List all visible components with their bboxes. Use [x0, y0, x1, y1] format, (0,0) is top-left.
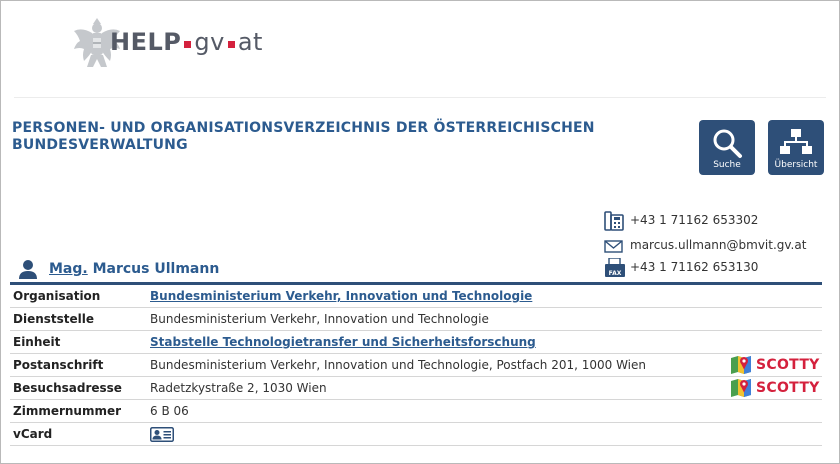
details-table: Organisation Bundesministerium Verkehr, … — [10, 282, 822, 446]
zimmernummer-value: 6 B 06 — [150, 404, 189, 418]
postanschrift-value: Bundesministerium Verkehr, Innovation un… — [150, 358, 647, 372]
einheit-link[interactable]: Stabstelle Technologietransfer und Siche… — [150, 331, 536, 353]
svg-text:FAX: FAX — [609, 270, 622, 277]
besuchsadresse-label: Besuchsadresse — [13, 381, 122, 395]
map-pin-icon — [731, 356, 751, 374]
dienststelle-value: Bundesministerium Verkehr, Innovation un… — [150, 312, 489, 326]
besuchsadresse-value: Radetzkystraße 2, 1030 Wien — [150, 381, 327, 395]
dienststelle-label: Dienststelle — [13, 312, 95, 326]
page-title: PERSONEN- UND ORGANISATIONSVERZEICHNIS D… — [12, 120, 595, 153]
search-button[interactable]: Suche — [699, 120, 755, 175]
search-button-label: Suche — [713, 160, 741, 170]
email-link[interactable]: marcus.ullmann@bmvit.gv.at — [630, 238, 806, 252]
row-organisation: Organisation Bundesministerium Verkehr, … — [10, 285, 822, 308]
einheit-label: Einheit — [13, 335, 61, 349]
fax-number: +43 1 71162 653130 — [630, 260, 759, 274]
organisation-link[interactable]: Bundesministerium Verkehr, Innovation un… — [150, 285, 532, 307]
magnifier-icon — [713, 129, 742, 158]
full-name: Marcus Ullmann — [92, 261, 220, 277]
vcard-icon — [150, 427, 174, 442]
phone-number[interactable]: +43 1 71162 653302 — [630, 213, 758, 227]
zimmernummer-label: Zimmernummer — [13, 404, 122, 418]
vcard-label: vCard — [13, 427, 53, 441]
row-postanschrift: Postanschrift Bundesministerium Verkehr,… — [10, 354, 822, 377]
overview-button-label: Übersicht — [774, 160, 818, 170]
person-name: Mag. Marcus Ullmann — [49, 261, 219, 277]
header-divider — [14, 97, 826, 98]
phone-icon — [604, 211, 624, 231]
person-icon — [19, 260, 37, 279]
postanschrift-label: Postanschrift — [13, 358, 104, 372]
map-pin-icon — [731, 379, 751, 397]
organisation-label: Organisation — [13, 289, 101, 303]
org-chart-icon — [780, 129, 812, 154]
academic-title: Mag. — [49, 261, 88, 277]
row-dienststelle: Dienststelle Bundesministerium Verkehr, … — [10, 308, 822, 331]
scotty-link-postanschrift[interactable]: SCOTTY — [730, 355, 820, 375]
row-vcard: vCard — [10, 423, 822, 446]
logo-wordmark: HELP gv at — [110, 28, 263, 56]
overview-button[interactable]: Übersicht — [768, 120, 824, 175]
envelope-icon — [604, 240, 623, 253]
vcard-download[interactable] — [150, 427, 174, 442]
fax-icon: FAX — [605, 258, 625, 277]
row-einheit: Einheit Stabstelle Technologietransfer u… — [10, 331, 822, 354]
scotty-link-besuchsadresse[interactable]: SCOTTY — [730, 378, 820, 398]
row-besuchsadresse: Besuchsadresse Radetzkystraße 2, 1030 Wi… — [10, 377, 822, 400]
row-zimmernummer: Zimmernummer 6 B 06 — [10, 400, 822, 423]
help-gv-logo[interactable]: HELP gv at — [72, 14, 272, 70]
scotty-label: SCOTTY — [756, 357, 820, 373]
scotty-label: SCOTTY — [756, 380, 820, 396]
